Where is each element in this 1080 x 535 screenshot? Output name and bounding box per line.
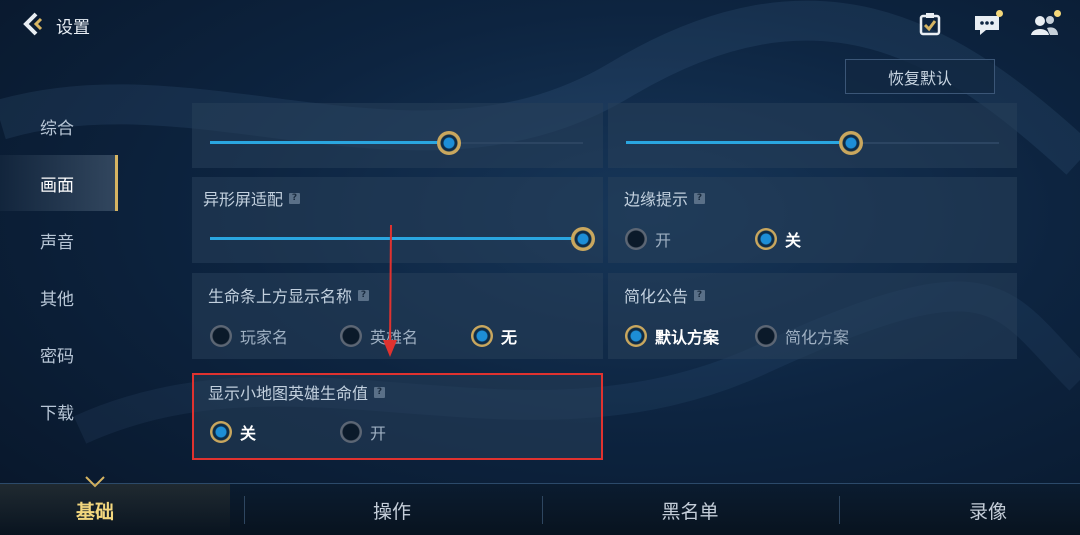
- notch-adapt-slider[interactable]: [210, 227, 595, 251]
- radio-circle: [210, 325, 232, 347]
- slider-thumb[interactable]: [838, 131, 863, 155]
- radio-circle: [625, 325, 647, 347]
- edge-hint-title: 边缘提示 ?: [624, 186, 706, 210]
- friends-notification-dot: [1054, 10, 1061, 17]
- health-bar-none-radio[interactable]: 无: [471, 324, 517, 348]
- map-brightness-panel: [192, 103, 603, 168]
- tab-blacklist[interactable]: 黑名单: [555, 484, 825, 535]
- tab-divider: [244, 496, 245, 524]
- edge-hint-off-radio[interactable]: 关: [755, 227, 801, 251]
- skill-brightness-panel: [608, 103, 1017, 168]
- chat-button[interactable]: [972, 9, 1003, 39]
- highlight-box: [192, 373, 603, 460]
- chat-notification-dot: [996, 10, 1003, 17]
- slider-thumb[interactable]: [571, 227, 595, 251]
- map-brightness-slider[interactable]: [210, 131, 583, 155]
- simplified-notice-title: 简化公告 ?: [624, 283, 706, 307]
- notice-default-scheme-radio[interactable]: 默认方案: [625, 324, 719, 348]
- radio-circle: [471, 325, 493, 347]
- help-icon[interactable]: ?: [289, 192, 301, 204]
- radio-circle: [625, 228, 647, 250]
- tab-basic[interactable]: 基础: [0, 484, 230, 535]
- simplified-notice-panel: 简化公告 ? 默认方案 简化方案: [608, 273, 1017, 359]
- health-bar-name-panel: 生命条上方显示名称 ? 玩家名 英雄名 无: [192, 273, 603, 359]
- slider-fill: [210, 141, 449, 144]
- help-icon[interactable]: ?: [694, 192, 706, 204]
- slider-fill: [210, 237, 583, 240]
- radio-circle: [340, 325, 362, 347]
- notch-adapt-title: 异形屏适配 ?: [203, 186, 301, 210]
- reset-default-button[interactable]: 恢复默认: [845, 59, 995, 94]
- slider-fill: [626, 141, 851, 144]
- help-icon[interactable]: ?: [358, 289, 370, 301]
- checklist-button[interactable]: [915, 9, 945, 39]
- checklist-icon: [919, 13, 941, 36]
- friends-button[interactable]: [1029, 9, 1061, 39]
- radio-circle: [755, 325, 777, 347]
- tab-divider: [542, 496, 543, 524]
- edge-hint-panel: 边缘提示 ? 开 关: [608, 177, 1017, 263]
- help-icon[interactable]: ?: [694, 289, 706, 301]
- notice-simplified-scheme-radio[interactable]: 简化方案: [755, 324, 849, 348]
- slider-thumb[interactable]: [436, 131, 461, 155]
- health-bar-name-title: 生命条上方显示名称 ?: [208, 283, 370, 307]
- sidebar-item-password[interactable]: 密码: [0, 326, 118, 382]
- radio-circle: [755, 228, 777, 250]
- tab-divider: [839, 496, 840, 524]
- bottom-tab-bar: 基础 操作 黑名单 录像: [0, 476, 1080, 535]
- sidebar-item-download[interactable]: 下载: [0, 383, 118, 439]
- tab-replay[interactable]: 录像: [853, 484, 1080, 535]
- skill-brightness-slider[interactable]: [626, 131, 999, 155]
- sidebar-item-graphics[interactable]: 画面: [0, 155, 118, 211]
- sidebar-item-other[interactable]: 其他: [0, 269, 118, 325]
- back-button[interactable]: [18, 9, 48, 39]
- tab-controls[interactable]: 操作: [257, 484, 527, 535]
- sidebar-item-general[interactable]: 综合: [0, 98, 118, 154]
- page-title: 设置: [56, 18, 90, 38]
- health-bar-hero-name-radio[interactable]: 英雄名: [340, 324, 418, 348]
- edge-hint-on-radio[interactable]: 开: [625, 227, 671, 251]
- back-chevron-icon: [23, 12, 43, 36]
- notch-adapt-panel: 异形屏适配 ?: [192, 177, 603, 263]
- health-bar-player-name-radio[interactable]: 玩家名: [210, 324, 288, 348]
- sidebar-item-sound[interactable]: 声音: [0, 212, 118, 268]
